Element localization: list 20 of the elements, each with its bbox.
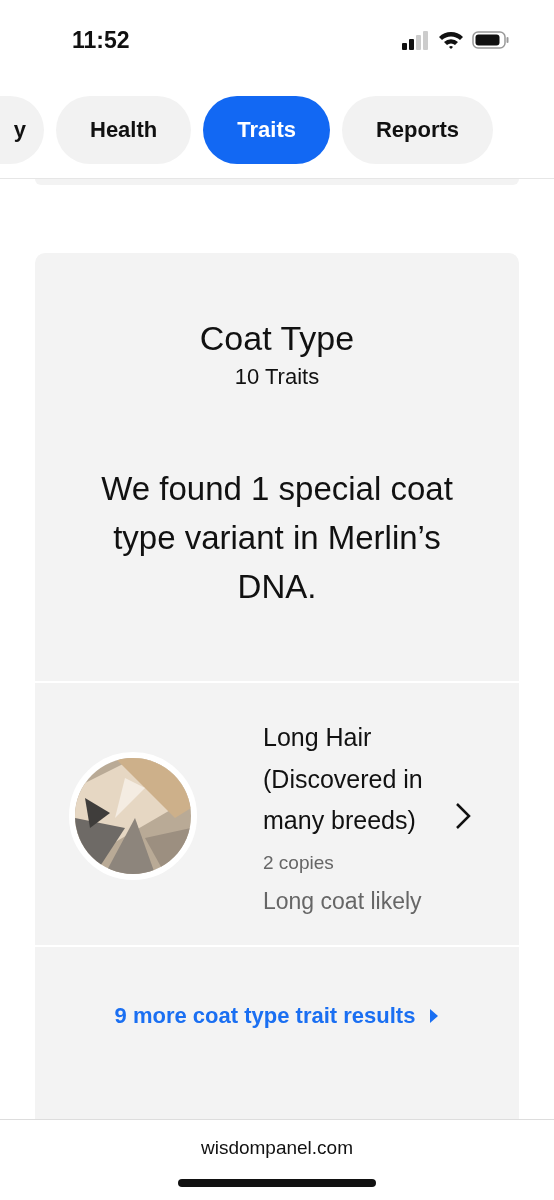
nav-tab[interactable]: Traits [203, 96, 330, 164]
signal-icon [402, 30, 430, 50]
trait-count: 10 Traits [234, 364, 320, 390]
wifi-icon [438, 30, 464, 50]
trait-result: Long coat likely [263, 887, 423, 915]
trait-row[interactable]: Long Hair (Discovered in many breeds) 2 copies Long coat likely [35, 681, 519, 947]
more-results-link[interactable]: 9 more coat type trait results [114, 1002, 440, 1029]
triangle-right-icon [429, 1007, 440, 1024]
home-indicator[interactable] [178, 1179, 376, 1187]
nav-tab[interactable]: Reports [341, 96, 494, 164]
nav-tab[interactable]: y [0, 96, 44, 164]
trait-name: Long Hair (Discovered in many breeds) [263, 722, 424, 836]
card-title: Coat Type [199, 319, 355, 358]
chevron-right-icon [455, 801, 471, 830]
url-text: wisdompanel.com [200, 1137, 354, 1159]
copies-text: 2 copies [263, 851, 335, 874]
status-time: 11:52 [72, 26, 130, 54]
nav-tab[interactable]: Health [56, 96, 192, 164]
summary-text: We found 1 special coat type variant in Merlin’s DNA. [100, 469, 454, 607]
battery-icon [472, 30, 510, 50]
